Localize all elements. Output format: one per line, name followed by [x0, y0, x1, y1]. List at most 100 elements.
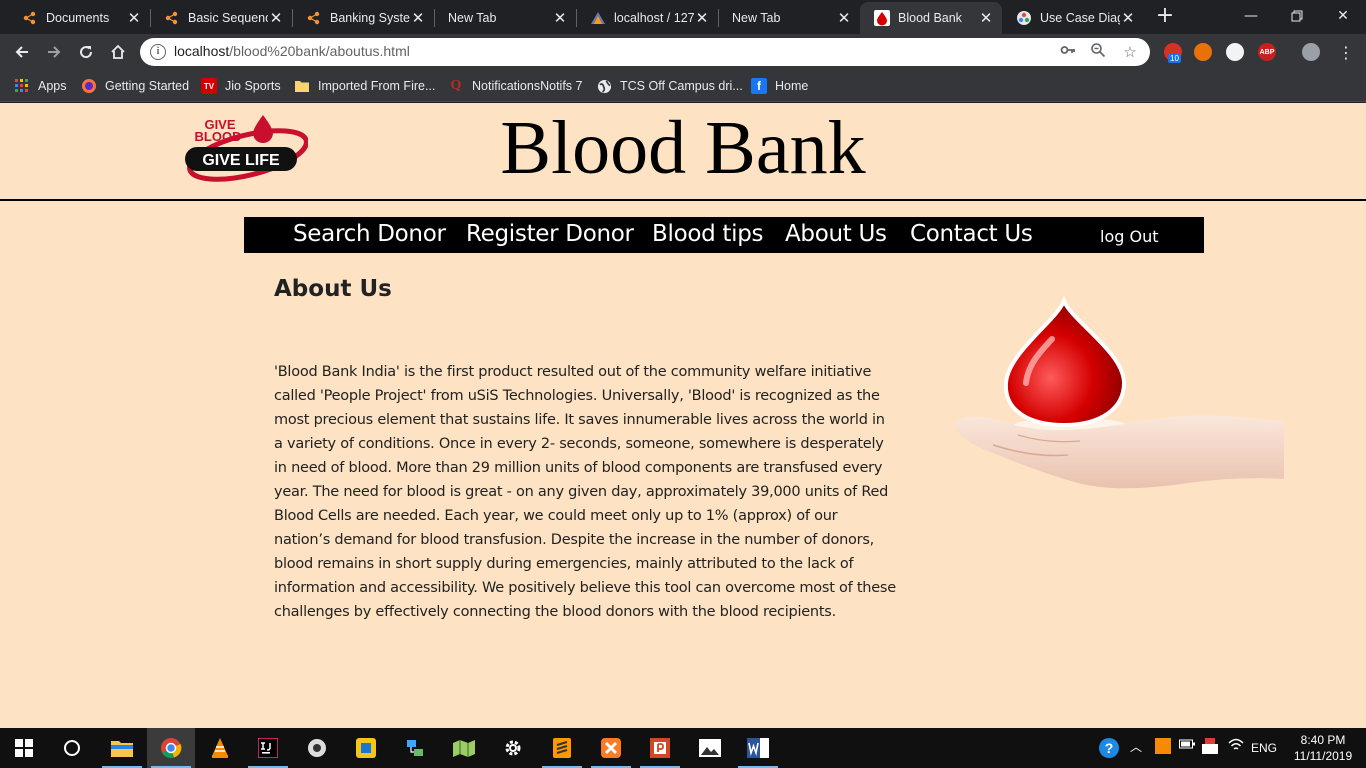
settings-gear-icon[interactable]	[489, 728, 537, 768]
lucidchart-icon	[164, 10, 180, 26]
reload-icon[interactable]	[74, 40, 98, 64]
vlc-icon[interactable]	[196, 728, 244, 768]
browser-tab-active[interactable]: Blood Bank ✕	[860, 2, 1002, 34]
avatar[interactable]	[1302, 43, 1320, 61]
cortana-search-icon[interactable]	[48, 728, 96, 768]
adblock-icon[interactable]: ABP	[1258, 43, 1276, 61]
battery-icon[interactable]	[1179, 738, 1195, 753]
close-window-icon[interactable]: ✕	[1320, 0, 1366, 32]
close-tab-icon[interactable]: ✕	[410, 9, 426, 27]
browser-tab[interactable]: Use Case Diag ✕	[1002, 2, 1144, 34]
phpmyadmin-icon	[590, 10, 606, 26]
browser-tab[interactable]: localhost / 127 ✕	[576, 2, 718, 34]
bookmark-apps[interactable]: Apps	[14, 77, 67, 95]
windows-start-icon[interactable]	[0, 728, 48, 768]
bookmark-notifications[interactable]: Q NotificationsNotifs 7	[448, 77, 583, 95]
bookmark-label: Apps	[38, 79, 67, 93]
nav-contact-us[interactable]: Contact Us	[910, 220, 1033, 248]
close-tab-icon[interactable]: ✕	[978, 9, 994, 27]
app-icon[interactable]	[342, 728, 390, 768]
address-bar[interactable]: i localhost/blood%20bank/aboutus.html ☆	[140, 38, 1150, 66]
help-icon[interactable]: ?	[1098, 737, 1120, 762]
browser-tab[interactable]: Basic Sequenc ✕	[150, 2, 292, 34]
tray-app-icon[interactable]	[1155, 738, 1171, 757]
browser-tab[interactable]: New Tab ✕	[718, 2, 860, 34]
nav-about-us[interactable]: About Us	[785, 220, 887, 248]
globe-icon	[596, 78, 612, 94]
word-icon[interactable]	[734, 728, 782, 768]
clock-time: 8:40 PM	[1300, 733, 1346, 747]
nav-blood-tips[interactable]: Blood tips	[652, 220, 764, 248]
chevron-up-icon[interactable]: ︿	[1130, 738, 1142, 755]
page-heading: About Us	[274, 276, 392, 302]
tab-title: New Tab	[448, 11, 497, 25]
nav-search-donor[interactable]: Search Donor	[293, 220, 446, 248]
wifi-icon[interactable]	[1228, 738, 1244, 755]
web-page: GIVE BLOOD GIVE LIFE Blood Bank Search D…	[0, 103, 1366, 728]
lucidchart-icon	[306, 10, 322, 26]
tab-title: Use Case Diag	[1040, 11, 1120, 25]
diagram-icon	[1016, 10, 1032, 26]
app-icon[interactable]	[293, 728, 341, 768]
key-icon[interactable]	[1058, 42, 1078, 62]
tab-title: New Tab	[732, 11, 781, 25]
bookmark-jio-sports[interactable]: TV Jio Sports	[201, 77, 281, 95]
sublime-text-icon[interactable]	[538, 728, 586, 768]
bookmark-getting-started[interactable]: Getting Started	[81, 77, 189, 95]
chrome-icon[interactable]	[147, 728, 195, 768]
bookmark-label: Home	[775, 79, 809, 93]
nav-register-donor[interactable]: Register Donor	[466, 220, 634, 248]
bookmark-label: Imported From Fire...	[318, 79, 436, 93]
zoom-icon[interactable]	[1088, 42, 1108, 62]
close-tab-icon[interactable]: ✕	[836, 9, 852, 27]
minimize-icon[interactable]: —	[1228, 0, 1274, 32]
bookmark-star-icon[interactable]: ☆	[1120, 42, 1140, 62]
intellij-icon[interactable]	[244, 728, 292, 768]
tv-icon: TV	[201, 78, 217, 94]
new-tab-icon[interactable]: +	[1153, 5, 1177, 29]
bookmark-label: Jio Sports	[225, 79, 281, 93]
tray-notify-icon[interactable]	[1202, 738, 1218, 757]
url-path: /blood%20bank/aboutus.html	[229, 43, 410, 59]
menu-kebab-icon[interactable]: ⋮	[1334, 40, 1358, 64]
browser-tab[interactable]: New Tab ✕	[434, 2, 576, 34]
browser-tab[interactable]: Documents ✕	[8, 2, 150, 34]
site-title: Blood Bank	[500, 106, 866, 190]
restore-icon[interactable]	[1274, 0, 1320, 32]
close-tab-icon[interactable]: ✕	[552, 9, 568, 27]
close-tab-icon[interactable]: ✕	[694, 9, 710, 27]
maps-app-icon[interactable]	[440, 728, 488, 768]
browser-tab-strip: Documents ✕ Basic Sequenc ✕ Banking Syst…	[0, 0, 1366, 34]
xampp-icon[interactable]	[587, 728, 635, 768]
home-icon[interactable]	[106, 40, 130, 64]
facebook-icon: f	[751, 78, 767, 94]
language-indicator[interactable]: ENG	[1251, 741, 1277, 755]
close-tab-icon[interactable]: ✕	[1120, 9, 1136, 27]
extension-icon[interactable]	[1226, 43, 1244, 61]
browser-tab[interactable]: Banking Syster ✕	[292, 2, 434, 34]
back-icon[interactable]	[10, 40, 34, 64]
apps-grid-icon	[14, 78, 30, 94]
firefox-icon	[81, 78, 97, 94]
close-tab-icon[interactable]: ✕	[126, 9, 142, 27]
windows-taskbar: ? ︿ ENG 8:40 PM 11/11/2019	[0, 728, 1366, 768]
logout-link[interactable]: log Out	[1100, 227, 1158, 246]
network-app-icon[interactable]	[391, 728, 439, 768]
file-explorer-icon[interactable]	[98, 728, 146, 768]
forward-icon[interactable]	[42, 40, 66, 64]
clock[interactable]: 8:40 PM 11/11/2019	[1288, 732, 1358, 764]
tab-title: Basic Sequenc	[188, 11, 268, 25]
bookmark-tcs[interactable]: TCS Off Campus dri...	[596, 77, 743, 95]
powerpoint-icon[interactable]	[636, 728, 684, 768]
fire-extension-icon[interactable]	[1194, 43, 1212, 61]
browser-toolbar: i localhost/blood%20bank/aboutus.html ☆ …	[0, 34, 1366, 70]
site-info-icon[interactable]: i	[150, 44, 166, 60]
photos-icon[interactable]	[686, 728, 734, 768]
bookmark-label: NotificationsNotifs 7	[472, 79, 583, 93]
address-url[interactable]: localhost/blood%20bank/aboutus.html	[174, 43, 410, 59]
svg-text:?: ?	[1105, 740, 1114, 756]
bookmark-label: TCS Off Campus dri...	[620, 79, 743, 93]
bookmark-home[interactable]: f Home	[751, 77, 808, 95]
bookmark-imported[interactable]: Imported From Fire...	[294, 77, 435, 95]
close-tab-icon[interactable]: ✕	[268, 9, 284, 27]
